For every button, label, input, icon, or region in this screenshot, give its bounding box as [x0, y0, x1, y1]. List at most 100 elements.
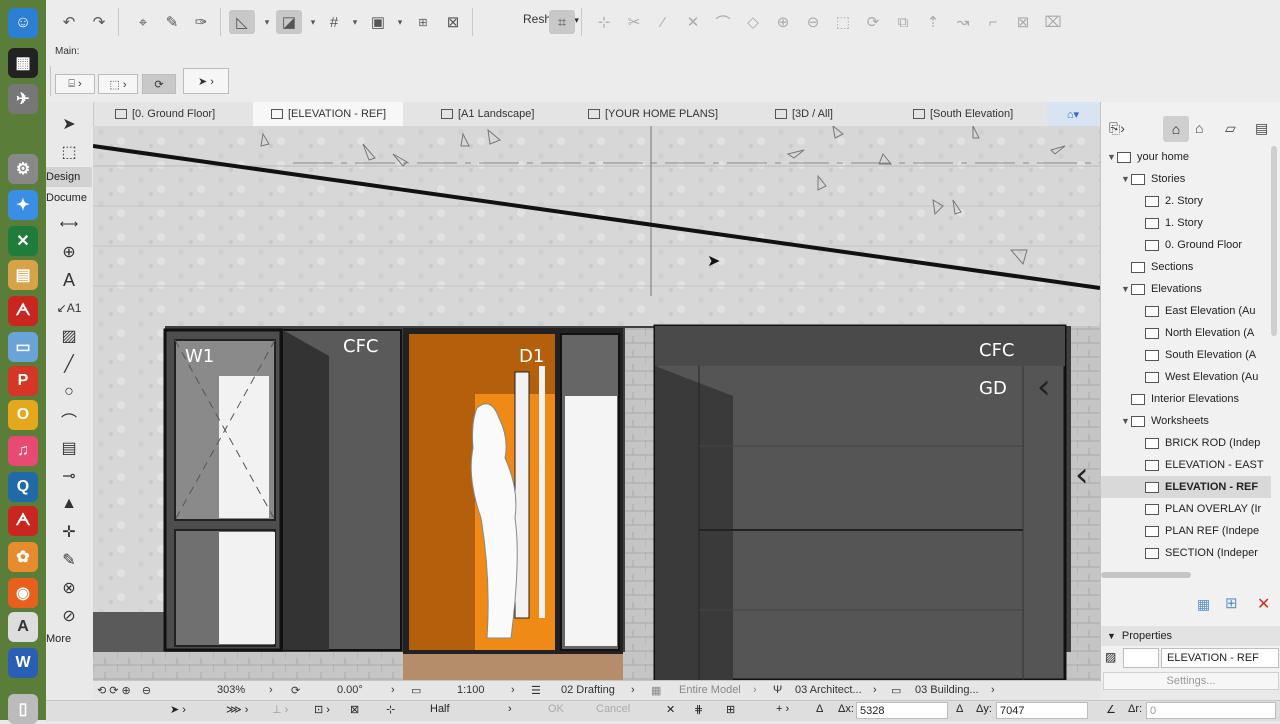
view-id-field[interactable] [1123, 648, 1159, 668]
add-icon[interactable]: ⊕ [770, 10, 796, 34]
tab-elevation-ref[interactable]: [ELEVATION - REF] [253, 102, 403, 126]
magic-icon[interactable]: ⊠ [350, 703, 359, 716]
marquee-shape-button[interactable]: ⬚ › [98, 74, 138, 94]
tree-item[interactable]: Interior Elevations [1101, 388, 1271, 410]
tab-ground-floor[interactable]: [0. Ground Floor] [115, 102, 255, 126]
quicktime-icon[interactable]: Q [8, 472, 38, 502]
hotspot-icon[interactable]: ✛ [56, 520, 82, 544]
elevate-icon[interactable]: ⇡ [920, 10, 946, 34]
more-section-label[interactable]: More [46, 629, 92, 649]
arrow-tool-icon[interactable]: ➤ › [170, 703, 186, 716]
merge-icon[interactable]: ◇ [740, 10, 766, 34]
arrow-tool-icon[interactable]: ➤ [56, 112, 82, 136]
resize-icon[interactable]: ⬚ [830, 10, 856, 34]
corner-icon[interactable]: ⌐ [980, 10, 1006, 34]
snap-mid-icon[interactable]: ⊞ [726, 703, 735, 716]
selection-method-button[interactable]: ⌸ › [55, 74, 95, 94]
marquee-lock-button[interactable]: ⟳ [142, 74, 176, 94]
label-tool-icon[interactable]: ↙ A1 [56, 296, 82, 320]
deselect-icon[interactable]: ⌧ [1040, 10, 1066, 34]
rotate-icon[interactable]: ⟳ [860, 10, 886, 34]
chevron-right-icon[interactable]: › [753, 684, 757, 696]
elevation-marker-icon[interactable]: ▲ [56, 492, 82, 516]
section-marker-icon[interactable]: ⊸ [56, 464, 82, 488]
line-tool-icon[interactable]: ╱ [56, 352, 82, 376]
tree-item[interactable]: PLAN REF (Indepe [1101, 520, 1271, 542]
tree-item[interactable]: 0. Ground Floor [1101, 234, 1271, 256]
chevron-right-icon[interactable]: › [391, 684, 395, 696]
pick-icon[interactable]: ⌖ [130, 10, 156, 34]
excel-icon[interactable]: ✕ [8, 226, 38, 256]
guide-icon[interactable]: ◺ [229, 10, 255, 34]
dimension-icon[interactable]: ⊞ [410, 10, 436, 34]
tree-item[interactable]: ▼ Elevations [1101, 278, 1271, 300]
new-view-icon[interactable]: ⊞ [1225, 594, 1238, 612]
layer-combination-value[interactable]: 02 Drafting [561, 684, 615, 696]
reshape-icon[interactable]: ⌗ [549, 10, 575, 34]
firefox-icon[interactable]: ◉ [8, 578, 38, 608]
finder-icon[interactable]: ☺ [8, 8, 38, 38]
chevron-down-icon[interactable]: ▼ [1121, 174, 1131, 184]
tab-your-home-plans[interactable]: [YOUR HOME PLANS] [588, 102, 728, 126]
tree-item[interactable]: West Elevation (Au [1101, 366, 1271, 388]
tree-item[interactable]: 2. Story [1101, 190, 1271, 212]
dr-field[interactable]: 0 [1146, 702, 1276, 719]
redo-icon[interactable]: ↷ [86, 10, 112, 34]
photos-icon[interactable]: ✿ [8, 542, 38, 572]
tree-item[interactable]: SECTION (Indeper [1101, 542, 1271, 564]
subtract-icon[interactable]: ⊖ [800, 10, 826, 34]
marquee-tool-icon[interactable]: ⬚ [56, 140, 82, 164]
tree-item[interactable]: Sections [1101, 256, 1271, 278]
tree-item[interactable]: ▼ Stories [1101, 168, 1271, 190]
zoom-value[interactable]: 303% [217, 684, 245, 696]
drawing-canvas[interactable]: W1 CFC D1 ‹ BW CFC GD ‹ ‹ ➤ [93, 126, 1100, 680]
ok-button[interactable]: OK [548, 703, 564, 715]
explode-icon[interactable]: ⊠ [1010, 10, 1036, 34]
delete-icon[interactable]: ✕ [1257, 594, 1270, 614]
powerpoint-icon[interactable]: P [8, 366, 38, 396]
adjust-icon[interactable]: ⁄ [650, 10, 676, 34]
tab-3d-all[interactable]: [3D / All] [775, 102, 865, 126]
chevron-right-icon[interactable]: › [991, 684, 995, 696]
dimension-tool-icon[interactable]: ⟷ [56, 212, 82, 236]
tree-item[interactable]: ELEVATION - EAST [1101, 454, 1271, 476]
snap-icon[interactable]: ◪ [276, 10, 302, 34]
chevron-right-icon[interactable]: › [873, 684, 877, 696]
drawing-tool-icon[interactable]: ▤ [56, 436, 82, 460]
worksheet-tool-icon[interactable]: ✎ [56, 548, 82, 572]
chevron-right-icon[interactable]: › [269, 684, 273, 696]
model-view-value[interactable]: Entire Model [679, 684, 741, 696]
vertical-scrollbar[interactable] [1271, 146, 1277, 336]
view-map-icon[interactable]: ⌂ [1195, 120, 1203, 136]
split-icon[interactable]: ✂ [621, 10, 647, 34]
plus-icon[interactable]: + › [776, 703, 789, 715]
pen-set-value[interactable]: 03 Architect... [795, 684, 862, 696]
chevron-down-icon[interactable]: ▼ [1107, 152, 1117, 162]
mvo-value[interactable]: 03 Building... [915, 684, 979, 696]
dx-field[interactable]: 5328 [856, 702, 948, 719]
acrobat-icon[interactable]: ᗅ [8, 296, 38, 326]
acrobat-reader-icon[interactable]: ᗅ [8, 506, 38, 536]
clone-folder-icon[interactable]: ▦ [1197, 596, 1210, 613]
chevron-right-icon[interactable]: › [508, 703, 512, 715]
text-edit-icon[interactable]: A [8, 612, 38, 642]
tree-item[interactable]: 1. Story [1101, 212, 1271, 234]
ortho-tool-icon[interactable]: ⊥ › [272, 703, 288, 716]
cancel-button[interactable]: Cancel [596, 703, 630, 715]
detail-tool-icon[interactable]: ⊘ [56, 604, 82, 628]
tree-item[interactable]: East Elevation (Au [1101, 300, 1271, 322]
scale-value[interactable]: 1:100 [457, 684, 485, 696]
level-dimension-icon[interactable]: ⊕ [56, 240, 82, 264]
word-icon[interactable]: W [8, 648, 38, 678]
polyline-tool-icon[interactable]: ⌒ [56, 408, 82, 432]
half-label[interactable]: Half [430, 703, 450, 715]
fill-tool-icon[interactable]: ▨ [56, 324, 82, 348]
chevron-right-icon[interactable]: › [511, 684, 515, 696]
zoom-controls[interactable]: ⟲ ⟳ ⊕ ⊖ [97, 684, 151, 697]
mirror-icon[interactable]: ⧉ [890, 10, 916, 34]
half-snap-icon[interactable]: ⊹ [386, 703, 395, 716]
design-section-label[interactable]: Design [46, 167, 92, 187]
preview-icon[interactable]: ▭ [8, 332, 38, 362]
chevron-down-icon[interactable]: ▼ [1121, 416, 1131, 426]
hatch-tool-icon[interactable]: ⋙ › [226, 703, 248, 716]
